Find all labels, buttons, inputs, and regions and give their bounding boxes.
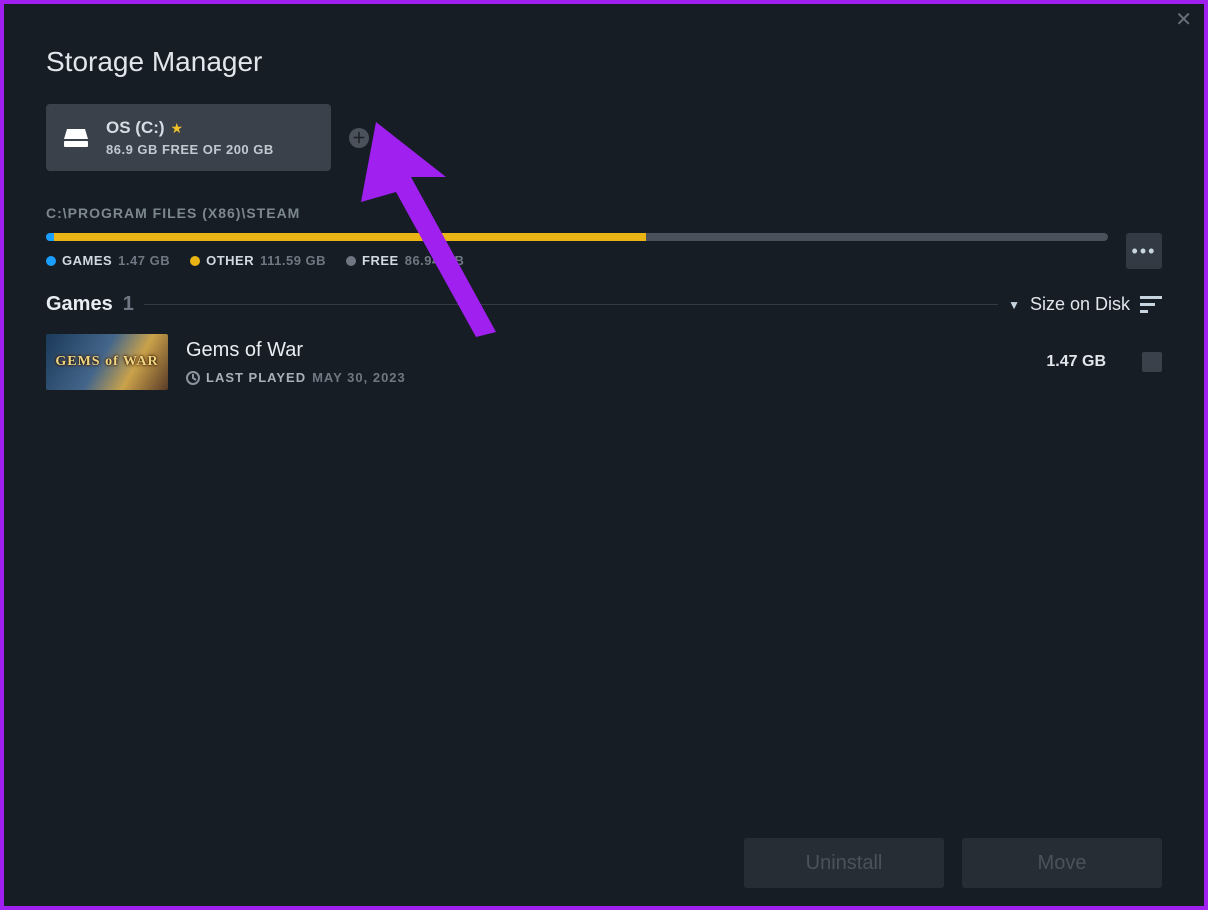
games-heading: Games	[46, 293, 113, 316]
divider	[144, 304, 998, 305]
legend-label: OTHER	[206, 253, 254, 268]
drive-name: OS (C:)	[106, 118, 165, 138]
clock-icon	[186, 371, 200, 385]
star-icon: ★	[171, 120, 184, 137]
games-count: 1	[123, 293, 134, 316]
game-thumbnail: GEMS of WAR	[46, 334, 168, 390]
legend-label: FREE	[362, 253, 399, 268]
drive-free-text: 86.9 GB FREE OF 200 GB	[106, 142, 274, 157]
dot-icon	[190, 256, 200, 266]
legend-item-free: FREE 86.94 GB	[346, 253, 464, 268]
legend-value: 86.94 GB	[405, 253, 465, 268]
page-title: Storage Manager	[46, 46, 1162, 78]
game-checkbox[interactable]	[1142, 352, 1162, 372]
usage-segment-games	[46, 233, 54, 241]
chevron-down-icon[interactable]: ▼	[1008, 298, 1020, 312]
game-thumb-text: GEMS of WAR	[55, 354, 158, 370]
move-button[interactable]: Move	[962, 838, 1162, 888]
close-icon[interactable]: ✕	[1175, 10, 1192, 30]
game-title: Gems of War	[186, 339, 1028, 362]
legend-value: 1.47 GB	[118, 253, 170, 268]
sort-icon[interactable]	[1140, 296, 1162, 314]
last-played-label: LAST PLAYED	[206, 370, 306, 385]
uninstall-button[interactable]: Uninstall	[744, 838, 944, 888]
game-size: 1.47 GB	[1046, 353, 1106, 371]
ellipsis-icon: •••	[1132, 241, 1157, 262]
dot-icon	[46, 256, 56, 266]
drive-icon	[62, 127, 90, 149]
game-row[interactable]: GEMS of WAR Gems of War LAST PLAYED MAY 30,…	[46, 330, 1162, 394]
add-drive-button[interactable]: ＋	[349, 128, 369, 148]
library-path: C:\PROGRAM FILES (X86)\STEAM	[46, 205, 1162, 221]
dot-icon	[346, 256, 356, 266]
legend-value: 111.59 GB	[260, 253, 326, 268]
options-button[interactable]: •••	[1126, 233, 1162, 269]
drive-card-os-c[interactable]: OS (C:) ★ 86.9 GB FREE OF 200 GB	[46, 104, 331, 171]
usage-bar	[46, 233, 1108, 241]
last-played-value: MAY 30, 2023	[312, 370, 406, 385]
usage-legend: GAMES 1.47 GB OTHER 111.59 GB FREE 86.94 GB	[46, 253, 1108, 268]
legend-label: GAMES	[62, 253, 112, 268]
usage-segment-other	[54, 233, 647, 241]
legend-item-other: OTHER 111.59 GB	[190, 253, 326, 268]
plus-icon: ＋	[352, 128, 366, 148]
sort-label[interactable]: Size on Disk	[1030, 294, 1130, 315]
legend-item-games: GAMES 1.47 GB	[46, 253, 170, 268]
usage-segment-free	[646, 233, 1108, 241]
